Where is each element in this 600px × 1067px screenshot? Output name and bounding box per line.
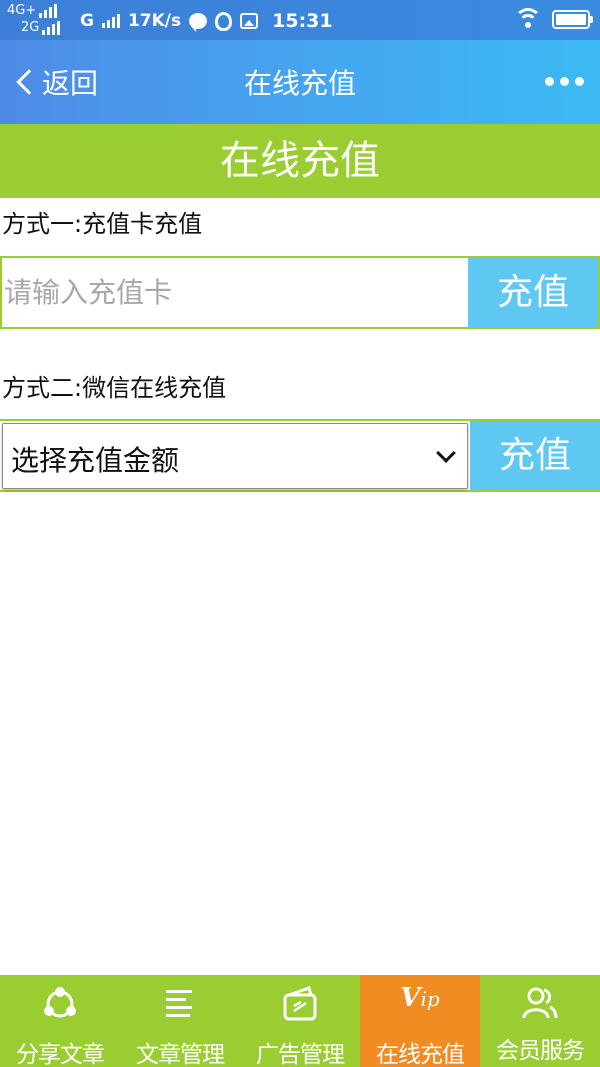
section-banner: 在线充值	[0, 124, 600, 198]
wechat-recharge-row: 选择充值金额 充值	[0, 419, 600, 492]
network-type-4g: 4G+	[7, 3, 37, 18]
status-right	[514, 8, 593, 30]
method-one-label: 方式一:充值卡充值	[2, 210, 203, 238]
members-icon	[522, 987, 558, 1019]
tab-label: 会员服务	[496, 1038, 585, 1064]
recharge-card-input[interactable]	[2, 258, 470, 327]
vip-icon-suffix: ip	[420, 987, 440, 1011]
gallery-icon	[240, 13, 259, 29]
ad-card-icon	[283, 986, 317, 1021]
header: 返回 在线充值	[0, 40, 600, 124]
network-speed: 17K/s	[127, 11, 182, 31]
tab-label: 在线充值	[376, 1042, 465, 1067]
bottom-tab-bar: 分享文章 文章管理 广告管理 Vip 在线充值 会员服务	[0, 975, 600, 1067]
tab-label: 广告管理	[256, 1042, 345, 1067]
network-type-2g: 2G	[21, 20, 40, 35]
method-two-label: 方式二:微信在线充值	[2, 374, 227, 402]
tab-label: 分享文章	[16, 1042, 105, 1067]
amount-select[interactable]: 选择充值金额	[2, 423, 468, 489]
article-list-icon	[166, 990, 192, 1017]
tab-online-recharge[interactable]: Vip 在线充值	[360, 975, 480, 1067]
battery-icon	[552, 9, 593, 29]
vip-icon: Vip	[360, 983, 480, 1013]
app-root: 4G+ 2G G 17K/s 15:31 返回 在线充值 在线充值 方式一:充值…	[0, 0, 600, 1067]
wifi-icon	[514, 8, 542, 30]
status-info: G 17K/s 15:31	[80, 9, 333, 33]
tab-share-article[interactable]: 分享文章	[0, 975, 120, 1067]
signal-icon	[42, 21, 61, 35]
card-recharge-button[interactable]: 充值	[468, 258, 598, 327]
battery-level	[556, 13, 586, 25]
tab-article-manage[interactable]: 文章管理	[120, 975, 240, 1067]
recharge-card-row: 充值	[0, 256, 600, 329]
back-label: 返回	[42, 67, 99, 100]
tab-ad-manage[interactable]: 广告管理	[240, 975, 360, 1067]
network-indicator: 4G+ 2G	[7, 3, 77, 37]
signal-icon	[101, 13, 120, 28]
wechat-recharge-button[interactable]: 充值	[470, 421, 600, 490]
tab-label: 文章管理	[136, 1042, 225, 1067]
chevron-left-icon	[16, 69, 42, 95]
signal-icon	[39, 4, 58, 18]
tab-member-service[interactable]: 会员服务	[480, 975, 600, 1067]
network-type-g: G	[80, 11, 94, 31]
back-button[interactable]: 返回	[12, 60, 98, 104]
message-bubble-icon	[189, 13, 208, 32]
vip-icon-letter: V	[400, 983, 421, 1013]
chevron-down-icon	[436, 443, 456, 463]
share-icon	[44, 987, 76, 1018]
more-dots-icon[interactable]	[545, 70, 584, 92]
amount-select-value: 选择充值金额	[11, 444, 180, 477]
clock: 15:31	[272, 10, 333, 32]
qq-icon	[215, 11, 233, 31]
status-bar: 4G+ 2G G 17K/s 15:31	[0, 0, 600, 40]
